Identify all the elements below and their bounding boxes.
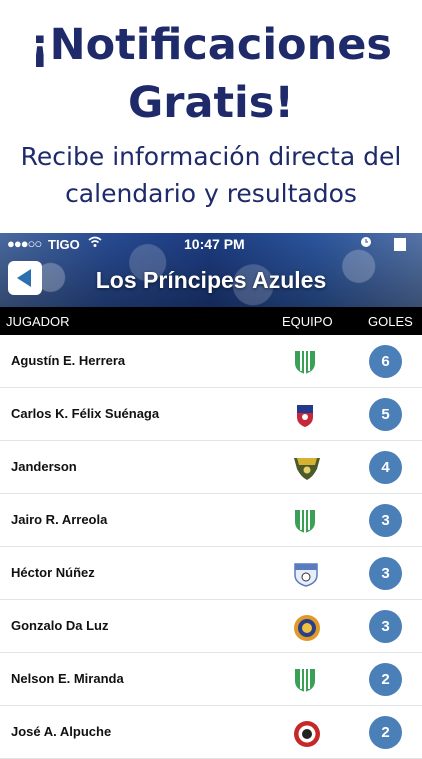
red-round-crest-icon [293,720,320,747]
goals-badge: 3 [369,557,402,590]
promo-subtitle: Recibe información directa del calendari… [0,138,422,212]
column-team: EQUIPO [282,314,333,329]
table-row[interactable]: José A. Alpuche 2 [0,706,422,759]
battery-icon [394,238,406,251]
blue-white-crest-icon [293,561,318,587]
player-name: Agustín E. Herrera [11,353,126,368]
table-row[interactable]: Agustín E. Herrera 6 [0,335,422,388]
promo-subtitle-line2: calendario y resultados [65,179,357,208]
promo-title-line1: ¡Notificaciones [30,20,392,70]
goals-badge: 3 [369,610,402,643]
player-name: Nelson E. Miranda [11,671,124,686]
status-bar: ●●●○○ TIGO 10:47 PM [0,235,422,253]
goals-badge: 6 [369,345,402,378]
carrier-name: TIGO [48,237,80,252]
player-name: José A. Alpuche [11,724,112,739]
promo-banner: ¡Notificaciones Gratis! Recibe informaci… [0,0,422,233]
green-white-crest-icon [293,667,317,693]
column-goals: GOLES [368,314,413,329]
player-name: Janderson [11,459,77,474]
table-row[interactable]: Carlos K. Félix Suénaga 5 [0,388,422,441]
goals-badge: 4 [369,451,402,484]
scorers-list: Agustín E. Herrera 6 Carlos K. Félix Sué… [0,335,422,759]
promo-title: ¡Notificaciones Gratis! [0,0,422,132]
table-header: JUGADOR EQUIPO GOLES [0,307,422,335]
player-name: Carlos K. Félix Suénaga [11,406,160,421]
promo-subtitle-line1: Recibe información directa del [20,142,402,171]
wifi-icon [88,236,102,251]
table-row[interactable]: Janderson 4 [0,441,422,494]
goals-badge: 2 [369,663,402,696]
player-name: Jairo R. Arreola [11,512,108,527]
red-blue-crest-icon [293,402,317,428]
goals-badge: 5 [369,398,402,431]
table-row[interactable]: Gonzalo Da Luz 3 [0,600,422,653]
goals-badge: 3 [369,504,402,537]
table-row[interactable]: Jairo R. Arreola 3 [0,494,422,547]
green-white-crest-icon [293,508,317,534]
signal-strength: ●●●○○ [7,236,42,251]
goals-badge: 2 [369,716,402,749]
team-name-title: Los Príncipes Azules [95,267,327,293]
table-row[interactable]: Héctor Núñez 3 [0,547,422,600]
column-player: JUGADOR [6,314,70,329]
player-name: Gonzalo Da Luz [11,618,109,633]
yellow-green-crest-icon [293,455,320,481]
orange-blue-crest-icon [293,614,320,641]
table-row[interactable]: Nelson E. Miranda 2 [0,653,422,706]
green-white-crest-icon [293,349,317,375]
status-time: 10:47 PM [184,236,245,252]
alarm-icon [360,236,372,251]
team-header: ●●●○○ TIGO 10:47 PM Los Príncipes Azules [0,233,422,307]
promo-title-line2: Gratis! [127,78,295,128]
player-name: Héctor Núñez [11,565,95,580]
